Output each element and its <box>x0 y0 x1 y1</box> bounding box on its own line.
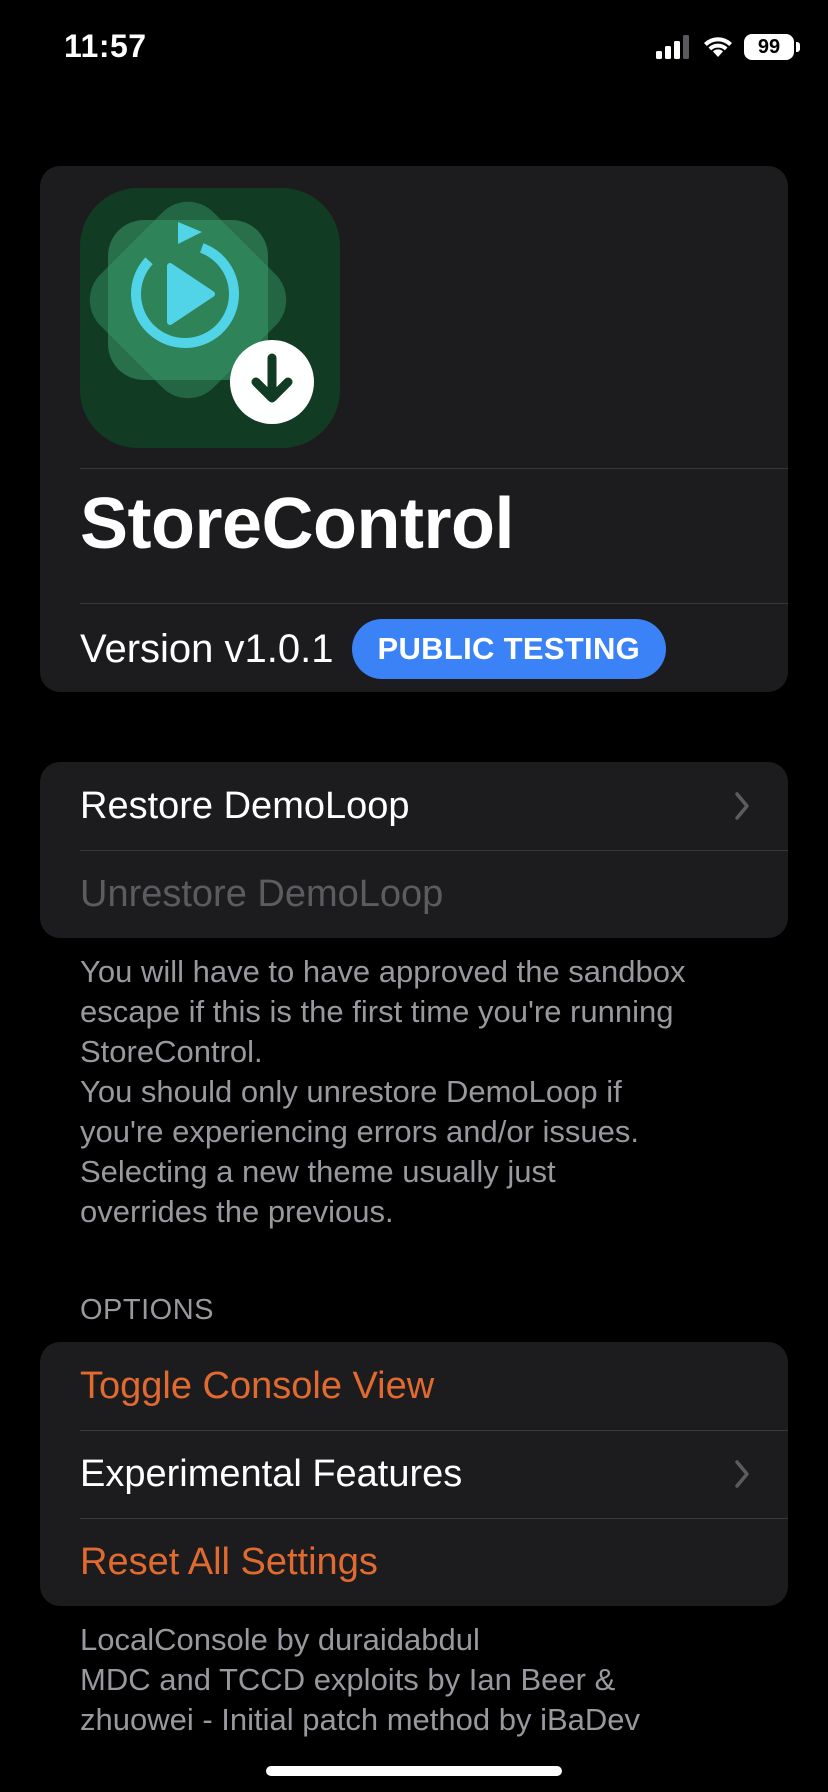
app-title: StoreControl <box>80 484 514 564</box>
home-indicator[interactable] <box>266 1766 562 1776</box>
app-icon <box>80 188 340 448</box>
footer-line: you're experiencing errors and/or issues… <box>80 1114 640 1149</box>
footer-line: Selecting a new theme usually just <box>80 1154 556 1189</box>
footer-line: You should only unrestore DemoLoop if <box>80 1074 622 1109</box>
reset-all-settings-label: Reset All Settings <box>80 1540 378 1583</box>
unrestore-demoloop-label: Unrestore DemoLoop <box>80 872 444 915</box>
app-header-card: StoreControl Version v1.0.1 PUBLIC TESTI… <box>40 166 788 692</box>
version-row: Version v1.0.1 PUBLIC TESTING <box>80 618 667 680</box>
footer-line: StoreControl. <box>80 1034 263 1069</box>
unrestore-demoloop-button[interactable]: Unrestore DemoLoop <box>40 850 788 938</box>
header-divider <box>80 603 788 604</box>
restore-footer: You will have to have approved the sandb… <box>80 952 780 1232</box>
header-divider <box>80 468 788 469</box>
chevron-right-icon <box>735 792 749 820</box>
credits-footer: LocalConsole by duraidabdul MDC and TCCD… <box>80 1620 780 1740</box>
restore-demoloop-label: Restore DemoLoop <box>80 784 410 827</box>
battery-icon: 99 <box>744 34 800 60</box>
status-bar: 11:57 99 <box>0 0 828 100</box>
public-testing-badge: PUBLIC TESTING <box>351 619 667 679</box>
footer-line: LocalConsole by duraidabdul <box>80 1622 480 1657</box>
wifi-icon <box>704 37 732 57</box>
restore-card: Restore DemoLoop Unrestore DemoLoop <box>40 762 788 938</box>
footer-line: zhuowei - Initial patch method by iBaDev <box>80 1702 641 1737</box>
chevron-right-icon <box>735 1460 749 1488</box>
footer-line: MDC and TCCD exploits by Ian Beer & <box>80 1662 616 1697</box>
version-text: Version v1.0.1 <box>80 626 334 671</box>
reset-all-settings-button[interactable]: Reset All Settings <box>40 1518 788 1606</box>
footer-line: overrides the previous. <box>80 1194 394 1229</box>
cellular-signal-icon <box>656 35 689 59</box>
options-card: Toggle Console View Experimental Feature… <box>40 1342 788 1606</box>
toggle-console-view-button[interactable]: Toggle Console View <box>40 1342 788 1430</box>
status-icons: 99 <box>656 34 800 60</box>
experimental-features-label: Experimental Features <box>80 1452 463 1495</box>
battery-level: 99 <box>757 35 781 58</box>
toggle-console-view-label: Toggle Console View <box>80 1364 435 1407</box>
footer-line: escape if this is the first time you're … <box>80 994 674 1029</box>
footer-line: You will have to have approved the sandb… <box>80 954 686 989</box>
experimental-features-button[interactable]: Experimental Features <box>40 1430 788 1518</box>
options-section-header: OPTIONS <box>80 1294 215 1326</box>
status-time: 11:57 <box>64 28 147 64</box>
restore-demoloop-button[interactable]: Restore DemoLoop <box>40 762 788 850</box>
